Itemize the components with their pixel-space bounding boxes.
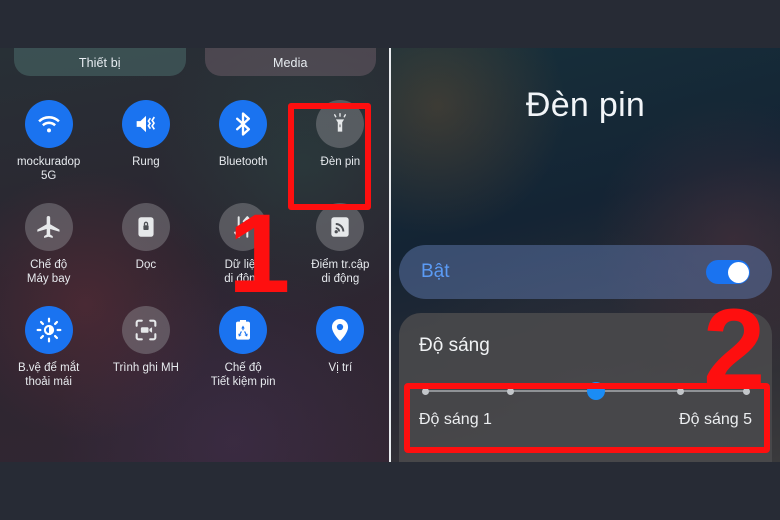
tile-rotation-lock[interactable]: Dọc — [97, 203, 194, 286]
slider-tick[interactable] — [421, 387, 429, 395]
screenshot-root: Thiết bị Media mockuradop 5G Rung Blueto… — [0, 0, 780, 520]
airplane-icon — [24, 203, 73, 251]
step-marker-1: 1 — [228, 191, 291, 316]
slider-tick[interactable] — [506, 387, 514, 395]
slider-thumb[interactable] — [586, 382, 605, 400]
tile-screen-recorder[interactable]: Trình ghi MH — [97, 306, 194, 389]
eye-comfort-icon — [24, 306, 73, 354]
tile-rotation-lock-label: Dọc — [135, 259, 157, 271]
tile-battery-saver[interactable]: Chế độ Tiết kiệm pin — [195, 306, 292, 389]
tile-vibrate-label: Rung — [132, 156, 160, 168]
page-title: Đèn pin — [525, 86, 646, 124]
brightness-max-label: Độ sáng 5 — [679, 411, 752, 428]
quick-settings-tile-grid: mockuradop 5G Rung Bluetooth Đèn pin Chế… — [0, 100, 389, 389]
slider-track — [425, 390, 746, 392]
rotation-lock-icon — [121, 203, 170, 251]
tile-airplane-mode-label: Chế độ Máy bay — [26, 259, 71, 285]
tile-vibrate[interactable]: Rung — [97, 100, 194, 183]
tile-hotspot[interactable]: Điểm tr.cập di động — [292, 203, 389, 286]
tile-eye-comfort[interactable]: B.vệ để mắt thoải mái — [0, 306, 97, 389]
tile-airplane-mode[interactable]: Chế độ Máy bay — [0, 203, 97, 286]
tab-device[interactable]: Thiết bị — [14, 48, 186, 76]
tile-flashlight-label: Đèn pin — [320, 156, 361, 168]
tile-wifi-label: mockuradop 5G — [16, 156, 81, 182]
flashlight-icon — [316, 100, 365, 148]
vibrate-icon — [121, 100, 170, 148]
tile-wifi[interactable]: mockuradop 5G — [0, 100, 97, 183]
tab-media-label: Media — [272, 56, 308, 70]
tile-flashlight[interactable]: Đèn pin — [292, 100, 389, 183]
tile-hotspot-label: Điểm tr.cập di động — [311, 259, 370, 285]
toggle-knob — [727, 261, 749, 283]
wifi-icon — [24, 100, 73, 148]
brightness-min-label: Độ sáng 1 — [419, 411, 492, 428]
tile-location[interactable]: Vị trí — [292, 306, 389, 389]
brightness-range-labels: Độ sáng 1 Độ sáng 5 — [419, 411, 752, 429]
tile-screen-recorder-label: Trình ghi MH — [112, 362, 179, 374]
quick-settings-tabs: Thiết bị Media — [14, 48, 376, 76]
tile-bluetooth-label: Bluetooth — [218, 156, 268, 168]
panels-container: Thiết bị Media mockuradop 5G Rung Blueto… — [0, 48, 780, 462]
tab-device-label: Thiết bị — [78, 56, 121, 70]
slider-tick[interactable] — [677, 387, 685, 395]
tile-battery-saver-label: Chế độ Tiết kiệm pin — [210, 362, 276, 388]
hotspot-icon — [316, 203, 365, 251]
step-marker-2: 2 — [703, 286, 766, 411]
flashlight-power-label: Bật — [421, 261, 450, 282]
screen-record-icon — [121, 306, 170, 354]
bluetooth-icon — [219, 100, 268, 148]
tab-media[interactable]: Media — [204, 48, 376, 76]
quick-settings-panel: Thiết bị Media mockuradop 5G Rung Blueto… — [0, 48, 389, 462]
location-pin-icon — [316, 306, 365, 354]
tile-location-label: Vị trí — [328, 362, 353, 374]
flashlight-power-toggle[interactable] — [706, 260, 750, 284]
tile-bluetooth[interactable]: Bluetooth — [195, 100, 292, 183]
tile-eye-comfort-label: B.vệ để mắt thoải mái — [17, 362, 80, 388]
